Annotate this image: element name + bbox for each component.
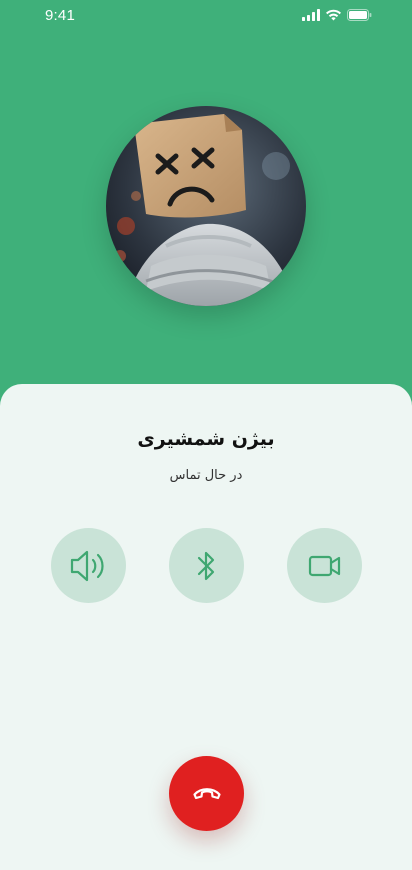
status-time: 9:41 (45, 7, 75, 24)
call-status-text: در حال تماس (169, 468, 243, 483)
speaker-icon (70, 550, 104, 581)
speaker-button[interactable] (51, 528, 126, 603)
hang-up-phone-icon (192, 787, 221, 799)
bluetooth-button[interactable] (169, 528, 244, 603)
end-call-button[interactable] (169, 756, 244, 831)
contact-photo (106, 106, 306, 306)
cellular-signal-icon (302, 9, 320, 21)
call-screen: 9:41 بیژن شمشیری در حال تماس (0, 0, 412, 870)
video-call-button[interactable] (287, 528, 362, 603)
status-icons (302, 9, 372, 21)
battery-icon (347, 9, 372, 21)
wifi-icon (326, 9, 341, 21)
video-camera-icon (308, 555, 340, 576)
caller-name: بیژن شمشیری (137, 428, 275, 450)
status-bar: 9:41 (0, 0, 412, 32)
bluetooth-icon (197, 551, 214, 580)
